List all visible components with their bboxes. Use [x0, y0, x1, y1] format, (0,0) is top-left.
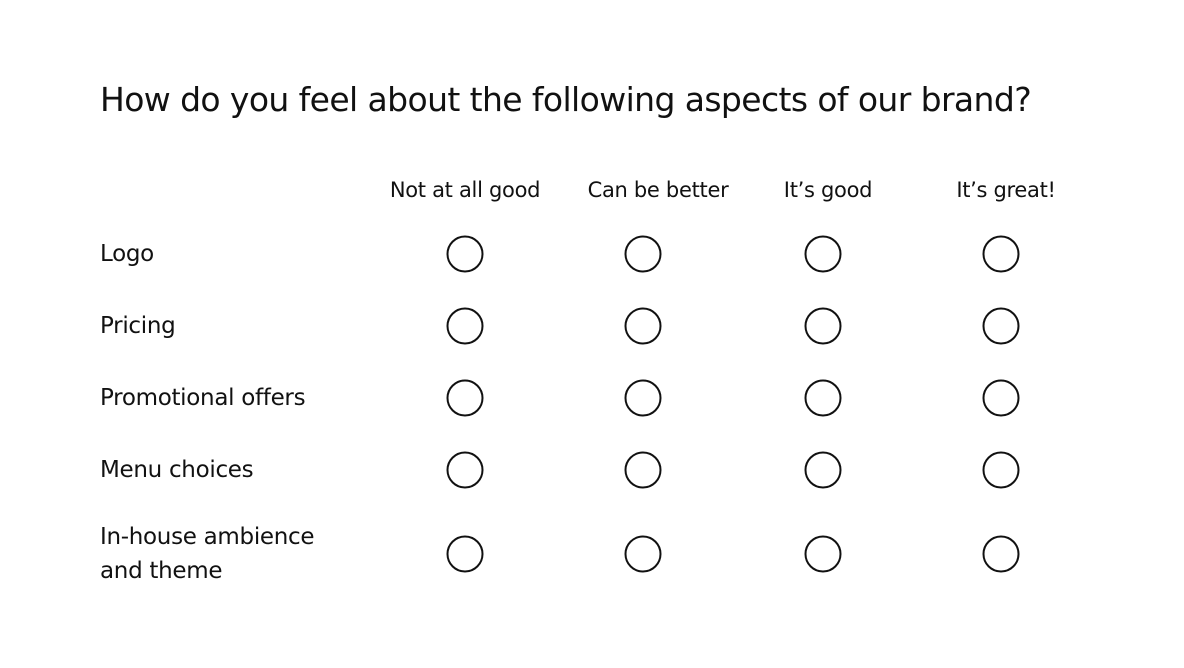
- radio-button[interactable]: [982, 451, 1020, 489]
- radio-button[interactable]: [624, 379, 662, 417]
- column-header-its-great: It’s great!: [956, 178, 1056, 202]
- radio-button[interactable]: [446, 379, 484, 417]
- row-label: In-house ambience and theme: [100, 524, 315, 584]
- radio-button[interactable]: [624, 535, 662, 573]
- radio-button[interactable]: [982, 307, 1020, 345]
- row-label: Logo: [100, 241, 154, 267]
- radio-button[interactable]: [446, 451, 484, 489]
- row-label: Pricing: [100, 313, 176, 339]
- radio-button[interactable]: [446, 307, 484, 345]
- radio-button[interactable]: [804, 235, 842, 273]
- radio-button[interactable]: [624, 451, 662, 489]
- radio-button[interactable]: [804, 307, 842, 345]
- radio-button[interactable]: [804, 535, 842, 573]
- radio-button[interactable]: [804, 451, 842, 489]
- column-header-can-be-better: Can be better: [587, 178, 729, 202]
- radio-button[interactable]: [804, 379, 842, 417]
- radio-button[interactable]: [982, 379, 1020, 417]
- radio-button[interactable]: [624, 307, 662, 345]
- column-header-not-at-all-good: Not at all good: [389, 178, 541, 202]
- radio-button[interactable]: [446, 235, 484, 273]
- radio-button[interactable]: [624, 235, 662, 273]
- radio-button[interactable]: [446, 535, 484, 573]
- row-label: Promotional offers: [100, 385, 306, 411]
- row-label: Menu choices: [100, 457, 254, 483]
- radio-button[interactable]: [982, 535, 1020, 573]
- column-header-its-good: It’s good: [783, 178, 873, 202]
- radio-button[interactable]: [982, 235, 1020, 273]
- question-title: How do you feel about the following aspe…: [100, 80, 1032, 119]
